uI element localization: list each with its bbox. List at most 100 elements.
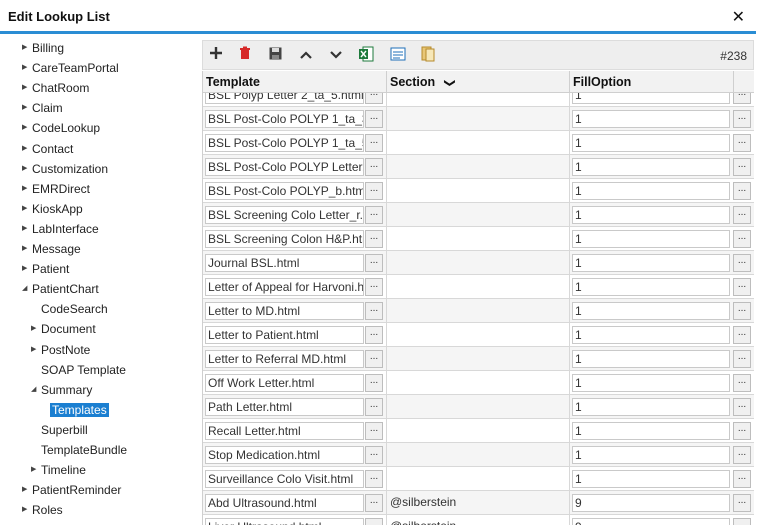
template-input[interactable]: BSL Screening Colon H&P.html xyxy=(205,230,364,248)
filloption-browse-button[interactable]: ... xyxy=(733,494,751,512)
move-up-icon[interactable] xyxy=(297,46,315,64)
collapsed-arrow-icon[interactable]: ▶ xyxy=(22,220,32,238)
template-browse-button[interactable]: ... xyxy=(365,446,383,464)
tree-node-labinterface[interactable]: ▶ LabInterface xyxy=(22,220,99,238)
table-row[interactable]: BSL Screening Colo Letter_r.html...1... xyxy=(203,203,754,227)
tree-node-message[interactable]: ▶ Message xyxy=(22,240,81,258)
table-row[interactable]: Abd Ultrasound.html... @silberstein 9... xyxy=(203,491,754,515)
template-browse-button[interactable]: ... xyxy=(365,93,383,104)
collapsed-arrow-icon[interactable]: ▶ xyxy=(22,260,32,278)
filloption-input[interactable]: 1 xyxy=(572,326,730,344)
template-input[interactable]: Surveillance Colo Visit.html xyxy=(205,470,364,488)
tree-node-patientreminder[interactable]: ▶ PatientReminder xyxy=(22,481,121,499)
template-browse-button[interactable]: ... xyxy=(365,182,383,200)
template-browse-button[interactable]: ... xyxy=(365,494,383,512)
filloption-browse-button[interactable]: ... xyxy=(733,350,751,368)
save-icon[interactable] xyxy=(266,46,284,64)
template-input[interactable]: Off Work Letter.html xyxy=(205,374,364,392)
section-cell[interactable] xyxy=(387,371,570,395)
filloption-input[interactable]: 1 xyxy=(572,350,730,368)
column-header-filloption[interactable]: FillOption xyxy=(570,71,734,93)
template-input[interactable]: BSL Post-Colo POLYP_b.html xyxy=(205,182,364,200)
table-row[interactable]: Letter of Appeal for Harvoni.html... 1... xyxy=(203,275,754,299)
template-input[interactable]: Letter to Referral MD.html xyxy=(205,350,364,368)
table-row[interactable]: Journal BSL.html... 1... xyxy=(203,251,754,275)
filloption-input[interactable]: 1 xyxy=(572,206,730,224)
collapsed-arrow-icon[interactable]: ▶ xyxy=(22,481,32,499)
template-browse-button[interactable]: ... xyxy=(365,278,383,296)
template-browse-button[interactable]: ... xyxy=(365,422,383,440)
template-browse-button[interactable]: ... xyxy=(365,254,383,272)
table-row[interactable]: BSL Post-Colo POLYP_b.html... 1... xyxy=(203,179,754,203)
template-browse-button[interactable]: ... xyxy=(365,302,383,320)
filloption-browse-button[interactable]: ... xyxy=(733,93,751,104)
filloption-browse-button[interactable]: ... xyxy=(733,446,751,464)
section-cell[interactable] xyxy=(387,131,570,155)
collapsed-arrow-icon[interactable]: ▶ xyxy=(22,59,32,77)
collapsed-arrow-icon[interactable]: ▶ xyxy=(31,341,41,359)
filloption-browse-button[interactable]: ... xyxy=(733,470,751,488)
filloption-browse-button[interactable]: ... xyxy=(733,110,751,128)
collapsed-arrow-icon[interactable]: ▶ xyxy=(22,200,32,218)
tree-node-summary[interactable]: ◢ Summary xyxy=(31,381,92,399)
table-row[interactable]: BSL Screening Colon H&P.html... 1... xyxy=(203,227,754,251)
filloption-browse-button[interactable]: ... xyxy=(733,134,751,152)
template-input[interactable]: Journal BSL.html xyxy=(205,254,364,272)
collapsed-arrow-icon[interactable]: ▶ xyxy=(31,461,41,479)
filloption-browse-button[interactable]: ... xyxy=(733,254,751,272)
tree-node-soap-template[interactable]: SOAP Template xyxy=(31,361,126,379)
table-row[interactable]: BSL Polyp Letter 2_ta_5.html...1... xyxy=(203,93,754,107)
tree-node-chatroom[interactable]: ▶ ChatRoom xyxy=(22,79,89,97)
filloption-browse-button[interactable]: ... xyxy=(733,326,751,344)
template-input[interactable]: BSL Screening Colo Letter_r.html xyxy=(205,206,364,224)
template-input[interactable]: BSL Polyp Letter 2_ta_5.html xyxy=(205,93,364,104)
template-browse-button[interactable]: ... xyxy=(365,326,383,344)
filloption-input[interactable]: 1 xyxy=(572,182,730,200)
filloption-browse-button[interactable]: ... xyxy=(733,206,751,224)
section-cell[interactable] xyxy=(387,467,570,491)
tree-node-timeline[interactable]: ▶ Timeline xyxy=(31,461,86,479)
filloption-input[interactable]: 1 xyxy=(572,302,730,320)
template-browse-button[interactable]: ... xyxy=(365,470,383,488)
section-cell[interactable] xyxy=(387,155,570,179)
template-input[interactable]: BSL Post-Colo POLYP 1_ta_5.html xyxy=(205,134,364,152)
collapsed-arrow-icon[interactable]: ▶ xyxy=(22,160,32,178)
tree-node-emrdirect[interactable]: ▶ EMRDirect xyxy=(22,180,90,198)
section-cell[interactable] xyxy=(387,93,570,107)
tree-node-billing[interactable]: ▶ Billing xyxy=(22,39,64,57)
template-browse-button[interactable]: ... xyxy=(365,398,383,416)
filloption-input[interactable]: 1 xyxy=(572,398,730,416)
template-input[interactable]: Recall Letter.html xyxy=(205,422,364,440)
tree-node-templatebundle[interactable]: TemplateBundle xyxy=(31,441,127,459)
template-input[interactable]: Letter to Patient.html xyxy=(205,326,364,344)
section-cell[interactable] xyxy=(387,347,570,371)
collapsed-arrow-icon[interactable]: ▶ xyxy=(22,79,32,97)
table-row[interactable]: Recall Letter.html... 1... xyxy=(203,419,754,443)
table-row[interactable]: Surveillance Colo Visit.html... 1... xyxy=(203,467,754,491)
section-cell[interactable] xyxy=(387,227,570,251)
collapsed-arrow-icon[interactable]: ▶ xyxy=(31,320,41,338)
filloption-input[interactable]: 1 xyxy=(572,230,730,248)
template-input[interactable]: Path Letter.html xyxy=(205,398,364,416)
template-input[interactable]: Stop Medication.html xyxy=(205,446,364,464)
table-row[interactable]: Off Work Letter.html... 1... xyxy=(203,371,754,395)
expanded-arrow-icon[interactable]: ◢ xyxy=(31,381,41,399)
template-browse-button[interactable]: ... xyxy=(365,110,383,128)
template-browse-button[interactable]: ... xyxy=(365,374,383,392)
filloption-browse-button[interactable]: ... xyxy=(733,398,751,416)
filloption-browse-button[interactable]: ... xyxy=(733,374,751,392)
table-row[interactable]: Liver Ultrasound.html...@silberstein9... xyxy=(203,515,754,525)
filloption-input[interactable]: 1 xyxy=(572,422,730,440)
filloption-browse-button[interactable]: ... xyxy=(733,182,751,200)
filloption-input[interactable]: 9 xyxy=(572,518,730,525)
table-row[interactable]: Path Letter.html... 1... xyxy=(203,395,754,419)
collapsed-arrow-icon[interactable]: ▶ xyxy=(22,39,32,57)
template-input[interactable]: Liver Ultrasound.html xyxy=(205,518,364,525)
section-cell[interactable] xyxy=(387,251,570,275)
filloption-input[interactable]: 1 xyxy=(572,93,730,104)
delete-icon[interactable] xyxy=(236,46,254,64)
template-browse-button[interactable]: ... xyxy=(365,230,383,248)
section-cell[interactable] xyxy=(387,179,570,203)
tree-node-customization[interactable]: ▶ Customization xyxy=(22,160,108,178)
table-row[interactable]: Letter to Patient.html... 1... xyxy=(203,323,754,347)
